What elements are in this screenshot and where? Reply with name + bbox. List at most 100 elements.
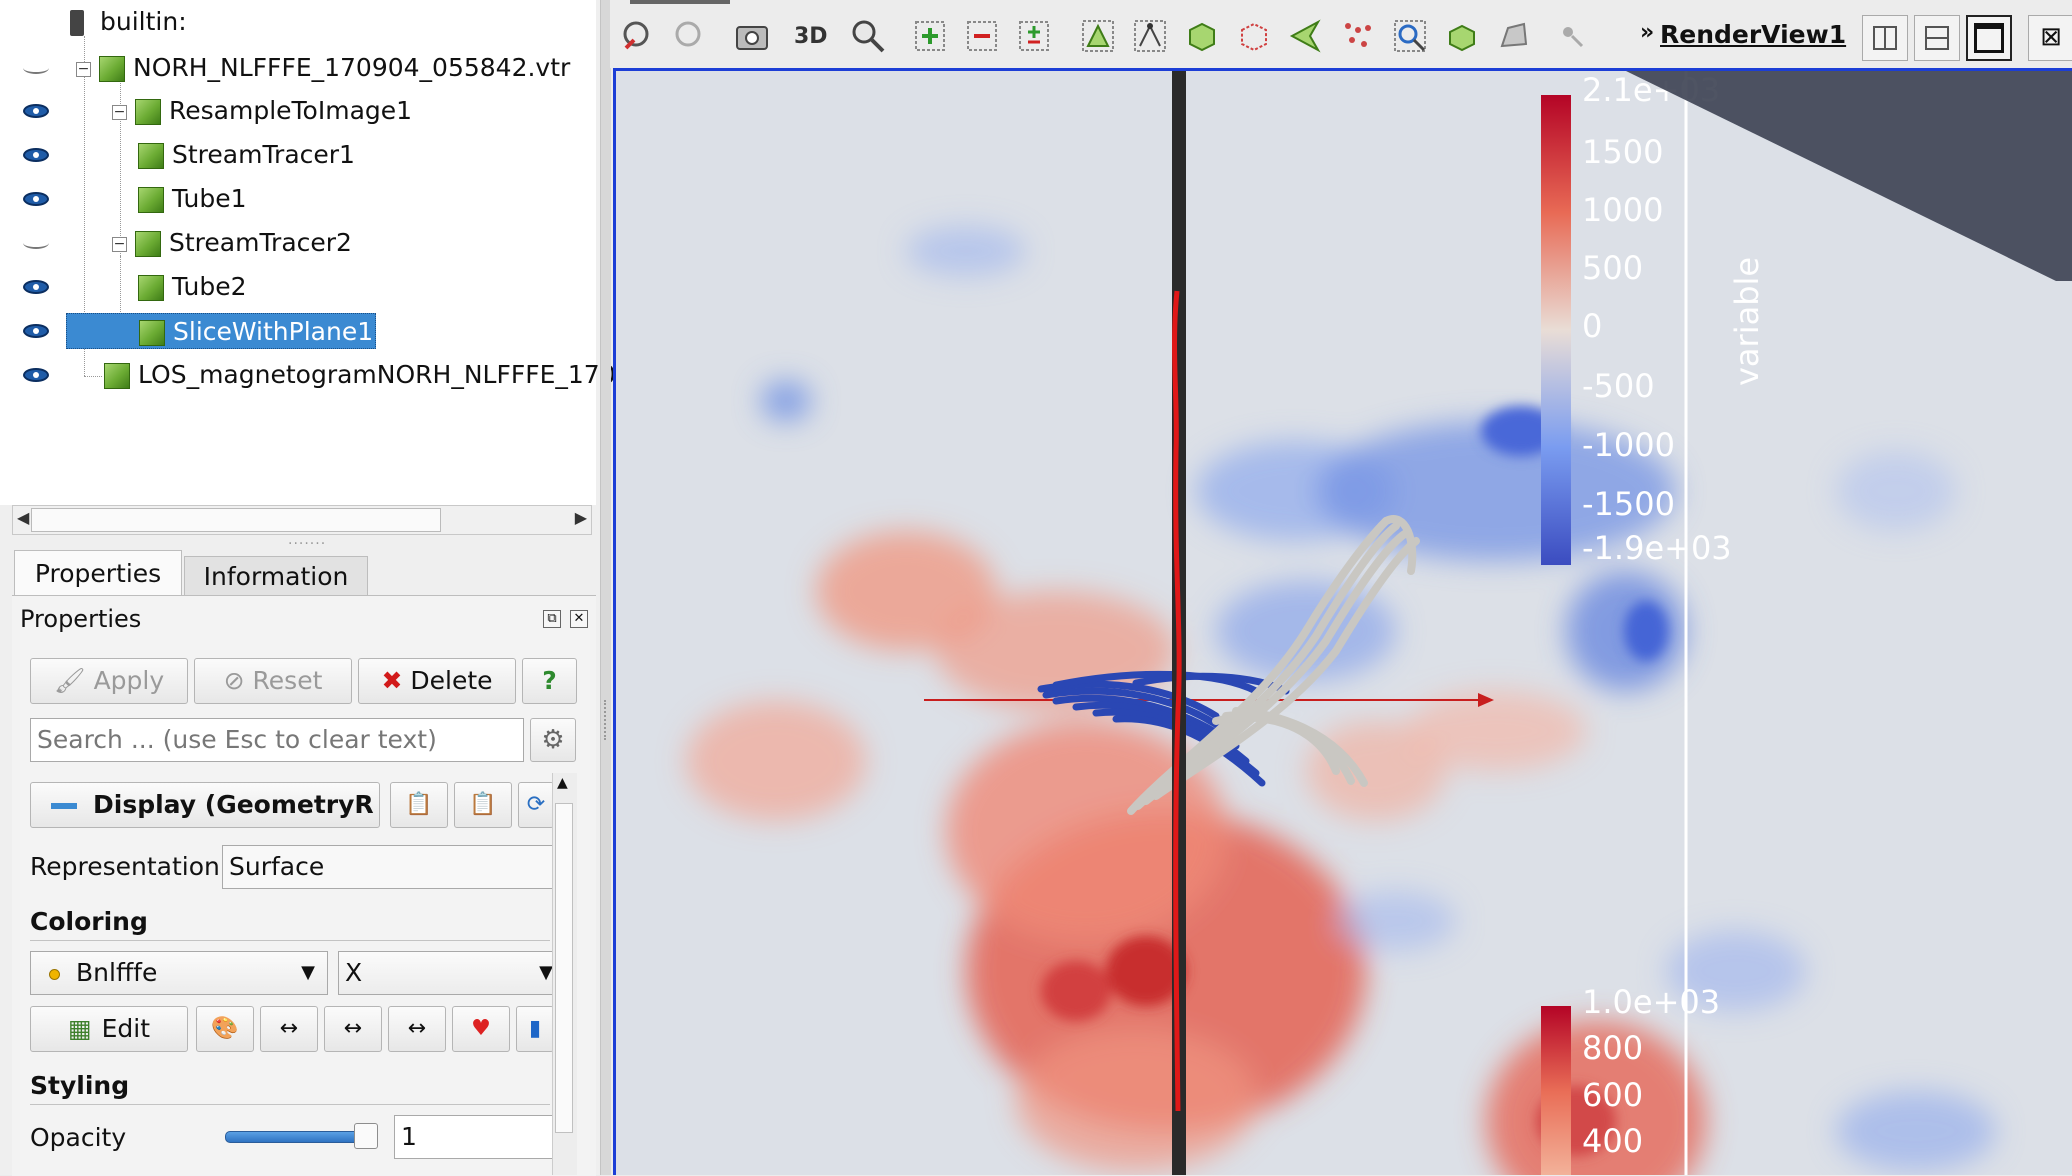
collapse-icon[interactable]: − <box>76 61 91 77</box>
tab-information[interactable]: Information <box>184 556 368 596</box>
display-section-toggle[interactable]: Display (GeometryR <box>30 782 380 828</box>
coloring-component-select[interactable]: X ▼ <box>338 951 554 995</box>
properties-search-input[interactable]: Search ... (use Esc to clear text) <box>30 718 524 762</box>
pipeline-item-label: NORH_NLFFFE_170904_055842.vtr <box>133 53 571 82</box>
tree-line <box>84 376 102 377</box>
render-view-canvas[interactable]: 2.1e+03 1500 1000 500 0 -500 -1000 -1500… <box>613 68 2072 1175</box>
interactive-select-add-icon[interactable] <box>912 18 948 54</box>
pipeline-item-tube2[interactable]: Tube2 <box>138 267 246 307</box>
toggle-3d-button[interactable]: 3D <box>794 24 830 60</box>
reset-button[interactable]: ⊘ Reset <box>194 658 352 704</box>
rescale-range-icon[interactable]: ↔ <box>260 1006 318 1052</box>
visibility-eye-closed-icon[interactable] <box>20 48 52 88</box>
choose-preset-icon[interactable]: 🎨 <box>196 1006 254 1052</box>
filter-cube-icon <box>135 99 161 125</box>
properties-vertical-scrollbar[interactable]: ▲ <box>552 773 577 1175</box>
copy-properties-icon[interactable]: 📋 <box>390 782 448 828</box>
close-view-icon[interactable]: ⊠ <box>2028 15 2072 61</box>
paste-properties-icon[interactable]: 📋 <box>454 782 512 828</box>
pipeline-root[interactable]: builtin: <box>70 2 187 42</box>
scroll-up-arrow-icon[interactable]: ▲ <box>557 775 568 791</box>
pipeline-item-resample[interactable]: − ResampleToImage1 <box>112 91 412 131</box>
panel-splitter[interactable] <box>600 0 611 1175</box>
interactive-select-points-icon[interactable] <box>1392 18 1428 54</box>
coloring-array-select[interactable]: Bnlfffe ▼ <box>30 951 328 995</box>
pipeline-item-streamtracer2[interactable]: − StreamTracer2 <box>112 223 352 263</box>
tab-properties[interactable]: Properties <box>14 550 182 596</box>
help-icon: ? <box>542 666 557 695</box>
pipeline-item-vtr[interactable]: − NORH_NLFFFE_170904_055842.vtr <box>76 48 570 88</box>
select-points-polygon-icon[interactable] <box>1340 18 1376 54</box>
pipeline-item-slicewithplane1[interactable]: SliceWithPlane1 <box>66 313 376 349</box>
interactive-select-subtract-icon[interactable] <box>964 18 1000 54</box>
collapse-icon[interactable]: − <box>112 236 127 252</box>
properties-title: Properties <box>20 605 142 633</box>
pipeline-item-label: StreamTracer1 <box>172 140 355 169</box>
visibility-eye-icon[interactable] <box>20 91 52 131</box>
reset-label: Reset <box>252 666 323 695</box>
interactive-select-toggle-icon[interactable] <box>1016 18 1052 54</box>
capture-screenshot-camera-icon[interactable] <box>734 18 770 54</box>
apply-button[interactable]: 🖌 Apply <box>30 658 188 704</box>
select-cells-frustum-icon[interactable] <box>1184 18 1220 54</box>
visibility-eye-icon[interactable] <box>20 179 52 219</box>
filter-cube-icon <box>135 231 161 257</box>
visibility-eye-icon[interactable] <box>20 311 52 351</box>
toggle-color-legend-icon[interactable]: ▮ <box>516 1006 554 1052</box>
representation-value: Surface <box>229 852 325 881</box>
maximize-view-icon[interactable] <box>1966 15 2012 61</box>
opacity-slider-handle[interactable] <box>354 1123 378 1149</box>
select-cells-polygon-icon[interactable] <box>1288 18 1324 54</box>
select-points-on-surface-icon[interactable] <box>1132 18 1168 54</box>
collapse-icon[interactable]: − <box>112 104 127 120</box>
colorbar-bottom-label: 600 <box>1582 1076 1643 1114</box>
colorbar-top-label: 1000 <box>1582 191 1663 229</box>
split-vertical-icon[interactable] <box>1914 15 1960 61</box>
zoom-to-box-icon[interactable] <box>850 18 886 54</box>
advanced-settings-gear-icon[interactable]: ⚙ <box>530 718 576 762</box>
clear-selection-icon[interactable] <box>1554 18 1590 54</box>
pipeline-item-tube1[interactable]: Tube1 <box>138 179 246 219</box>
split-horizontal-icon[interactable] <box>1862 15 1908 61</box>
scrollbar-thumb[interactable] <box>31 508 441 532</box>
undock-icon[interactable]: ⧉ <box>543 610 561 628</box>
point-data-icon <box>49 968 60 980</box>
colorbar-top-label: 500 <box>1582 249 1643 287</box>
visibility-eye-icon[interactable] <box>20 267 52 307</box>
render-view-title[interactable]: RenderView1 <box>1660 20 1846 49</box>
collapse-bar-icon <box>51 803 77 809</box>
reset-camera-icon[interactable] <box>620 18 656 54</box>
more-toolbar-chevron-icon[interactable]: » <box>1640 20 1654 45</box>
opacity-slider[interactable] <box>225 1131 367 1143</box>
pipeline-item-los-magnetogram[interactable]: LOS_magnetogramNORH_NLFFFE_170 <box>104 355 616 395</box>
select-block-icon[interactable] <box>1444 18 1480 54</box>
pipeline-item-label: Tube2 <box>172 272 247 301</box>
restore-defaults-icon[interactable]: ⟳ <box>518 782 554 828</box>
splitter-handle[interactable]: ······· <box>288 536 326 552</box>
opacity-input[interactable]: 1 <box>394 1115 554 1159</box>
favorite-colormap-icon[interactable]: ♥ <box>452 1006 510 1052</box>
colorbar-bottom-label: 1.0e+03 <box>1582 983 1720 1021</box>
rescale-temporal-range-icon[interactable]: ↔ <box>388 1006 446 1052</box>
pipeline-horizontal-scrollbar[interactable]: ◀ ▶ <box>12 505 592 535</box>
visibility-eye-icon[interactable] <box>20 355 52 395</box>
colorbar-bottom-label: 800 <box>1582 1029 1643 1067</box>
select-points-frustum-icon[interactable] <box>1236 18 1272 54</box>
colorbar-title: variable <box>1728 257 1766 386</box>
help-button[interactable]: ? <box>522 658 577 704</box>
rescale-custom-range-icon[interactable]: ↔ <box>324 1006 382 1052</box>
select-cells-on-surface-icon[interactable] <box>1080 18 1116 54</box>
representation-select[interactable]: Surface <box>222 845 554 889</box>
reset-camera-closest-icon[interactable] <box>672 18 708 54</box>
apply-icon: 🖌 <box>53 666 86 695</box>
edit-colormap-button[interactable]: ▦ Edit <box>30 1006 188 1052</box>
delete-button[interactable]: ✖ Delete <box>358 658 516 704</box>
visibility-eye-closed-icon[interactable] <box>20 223 52 263</box>
visibility-eye-icon[interactable] <box>20 135 52 175</box>
hover-points-icon[interactable] <box>1496 18 1532 54</box>
scrollbar-thumb[interactable] <box>555 803 573 1133</box>
close-panel-icon[interactable]: ✕ <box>570 610 588 628</box>
scroll-right-arrow-icon[interactable]: ▶ <box>575 508 587 527</box>
scroll-left-arrow-icon[interactable]: ◀ <box>17 508 29 527</box>
pipeline-item-streamtracer1[interactable]: StreamTracer1 <box>138 135 355 175</box>
